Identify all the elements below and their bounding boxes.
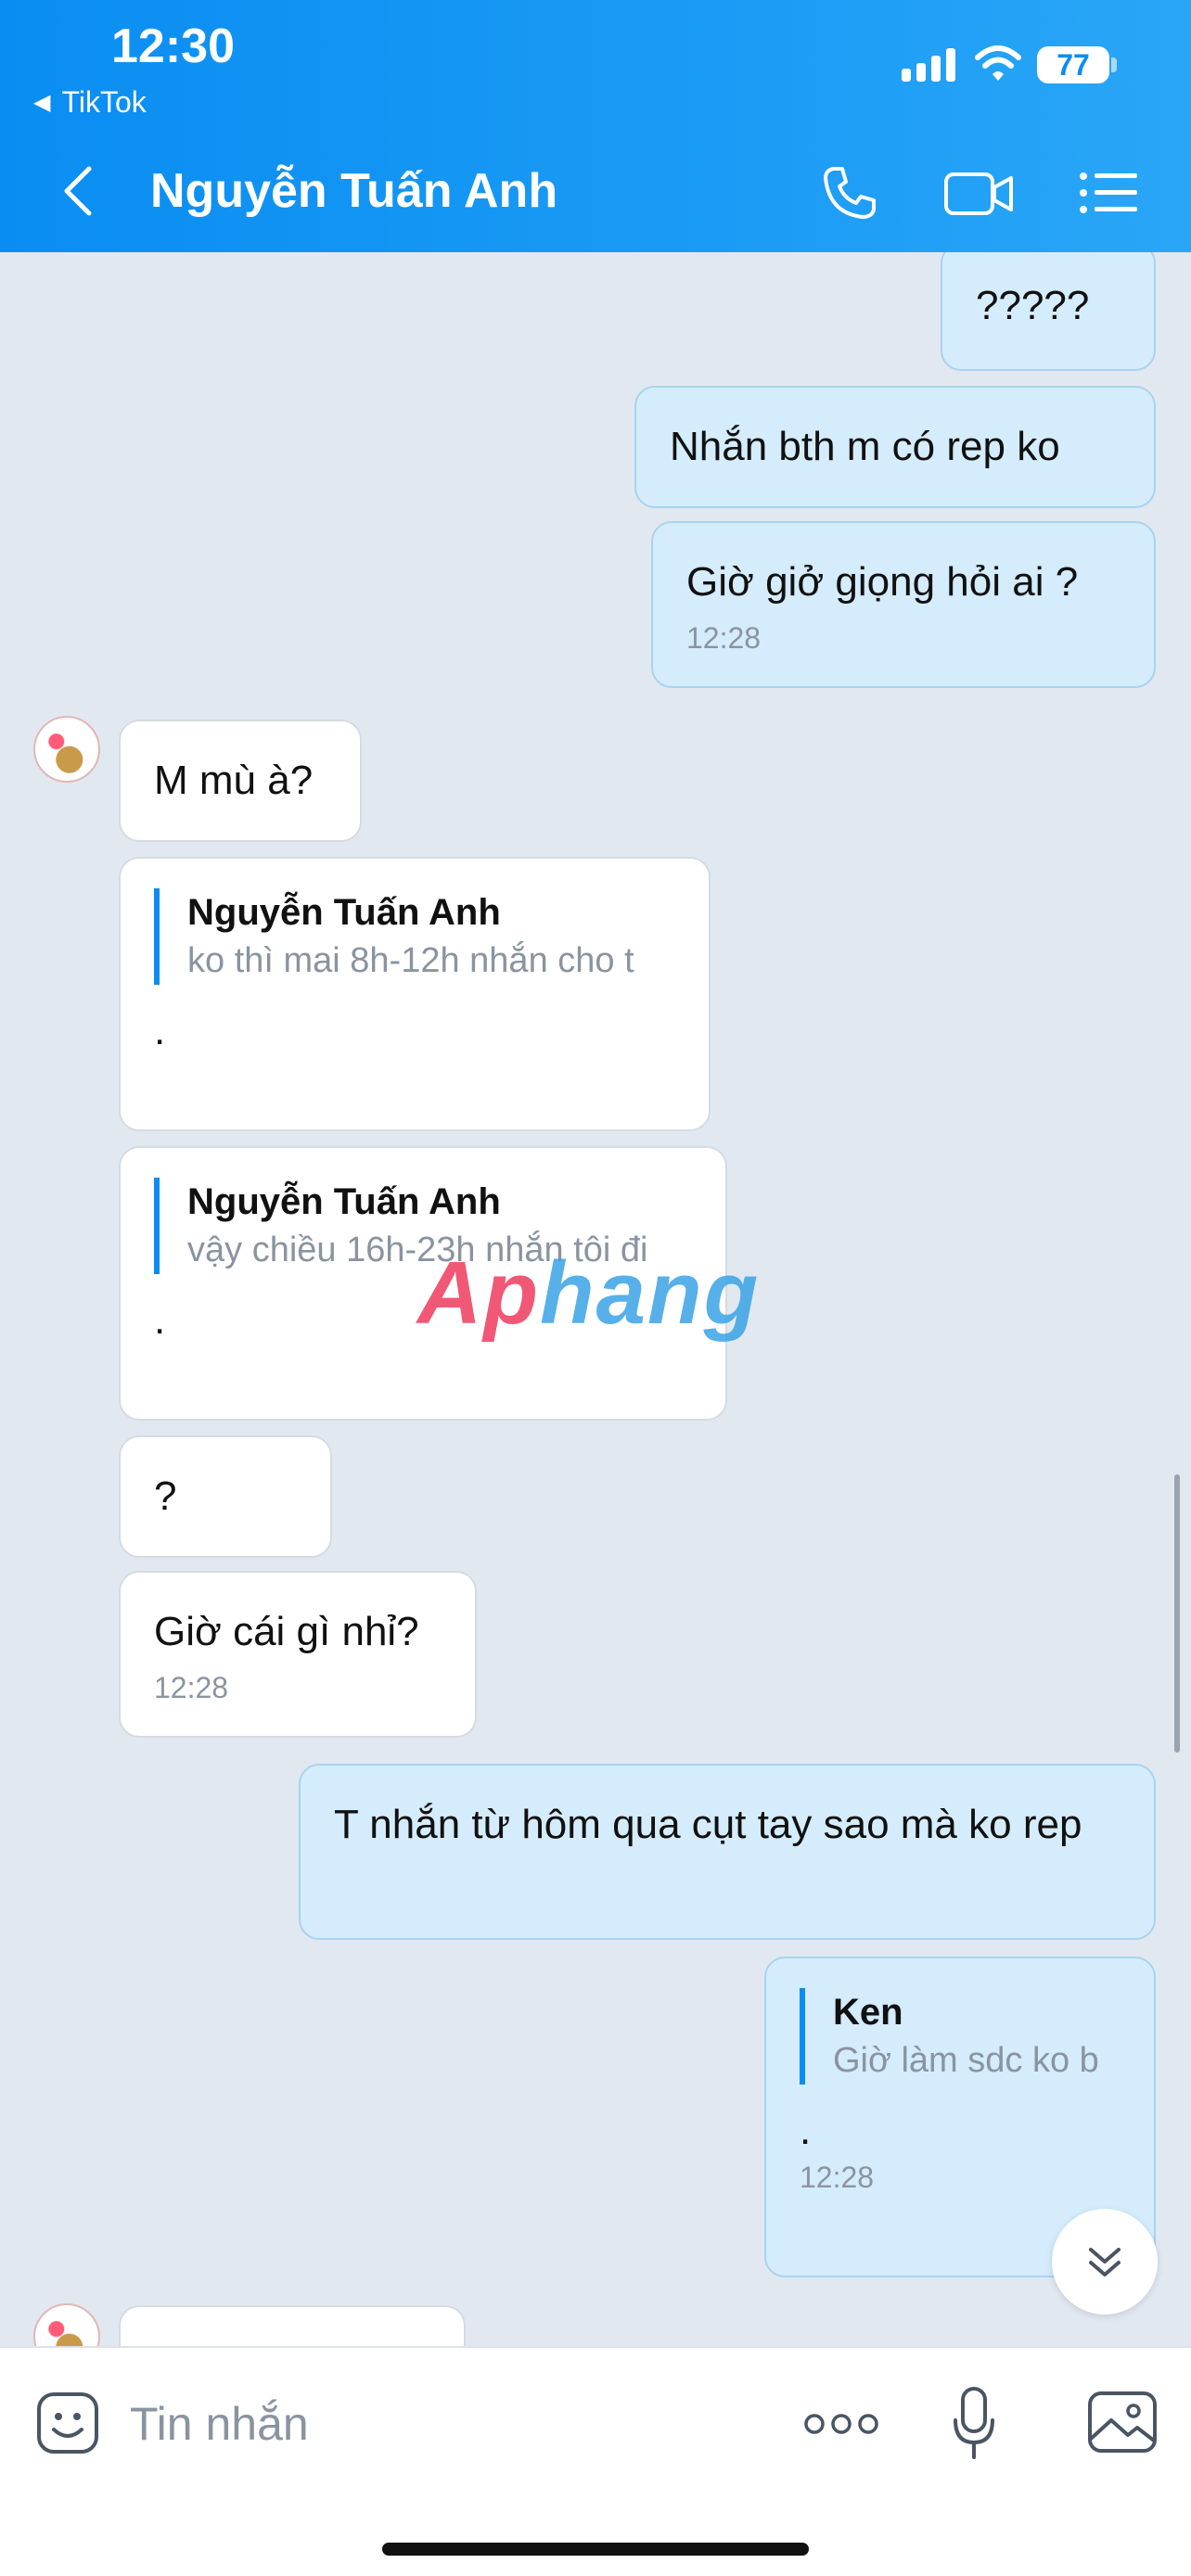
back-app-label: TikTok — [61, 85, 147, 119]
quoted-message[interactable]: Nguyễn Tuấn Anh ko thì mai 8h-12h nhắn c… — [154, 888, 675, 985]
status-time: 12:30 — [111, 19, 235, 73]
quoted-message[interactable]: Ken Giờ làm sdc ko b — [800, 1988, 1121, 2085]
home-indicator — [382, 2543, 809, 2556]
composer-bar — [0, 2346, 1191, 2576]
incoming-message[interactable]: M mù à? — [119, 720, 362, 842]
incoming-message[interactable]: Giờ cái gì nhỉ? 12:28 — [119, 1571, 477, 1738]
scroll-to-bottom-button[interactable] — [1052, 2209, 1158, 2315]
back-arrow-icon: ◀ — [33, 90, 51, 115]
contact-name-title[interactable]: Nguyễn Tuấn Anh — [150, 163, 557, 219]
wifi-icon — [975, 45, 1021, 81]
contact-avatar[interactable] — [33, 716, 100, 783]
incoming-message-partial[interactable] — [119, 2305, 466, 2346]
battery-icon: 77 — [1037, 46, 1109, 83]
contact-avatar[interactable] — [33, 2303, 100, 2346]
menu-list-button[interactable] — [1076, 159, 1143, 226]
message-timestamp: 12:28 — [154, 1671, 229, 1704]
video-call-button[interactable] — [942, 159, 1017, 226]
sticker-emoji-button[interactable] — [35, 2391, 100, 2455]
microphone-button[interactable] — [950, 2385, 998, 2461]
outgoing-message[interactable]: Giờ giở giọng hỏi ai ? 12:28 — [651, 521, 1156, 688]
outgoing-message[interactable]: ????? — [941, 252, 1156, 371]
outgoing-message[interactable]: T nhắn từ hôm qua cụt tay sao mà ko rep — [299, 1764, 1156, 1940]
scrollbar[interactable] — [1174, 1474, 1180, 1753]
image-picker-button[interactable] — [1087, 2391, 1158, 2454]
outgoing-message[interactable]: Nhắn bth m có rep ko — [634, 386, 1156, 508]
message-timestamp: 12:28 — [800, 2161, 875, 2194]
back-to-app-link[interactable]: ◀ TikTok — [33, 85, 147, 120]
watermark-logo: Aphang — [417, 1243, 761, 1343]
battery-tip — [1111, 57, 1117, 72]
incoming-reply-message[interactable]: Nguyễn Tuấn Anh ko thì mai 8h-12h nhắn c… — [119, 857, 711, 1131]
cellular-signal-icon — [902, 48, 955, 82]
more-options-icon[interactable] — [803, 2411, 879, 2437]
message-input[interactable] — [130, 2389, 686, 2459]
message-timestamp: 12:28 — [686, 621, 762, 655]
phone-call-button[interactable] — [816, 159, 883, 226]
incoming-message[interactable]: ? — [119, 1435, 332, 1558]
back-button[interactable] — [56, 163, 102, 219]
chat-header: 12:30 ◀ TikTok 77 Nguyễn Tuấn Anh — [0, 0, 1191, 252]
